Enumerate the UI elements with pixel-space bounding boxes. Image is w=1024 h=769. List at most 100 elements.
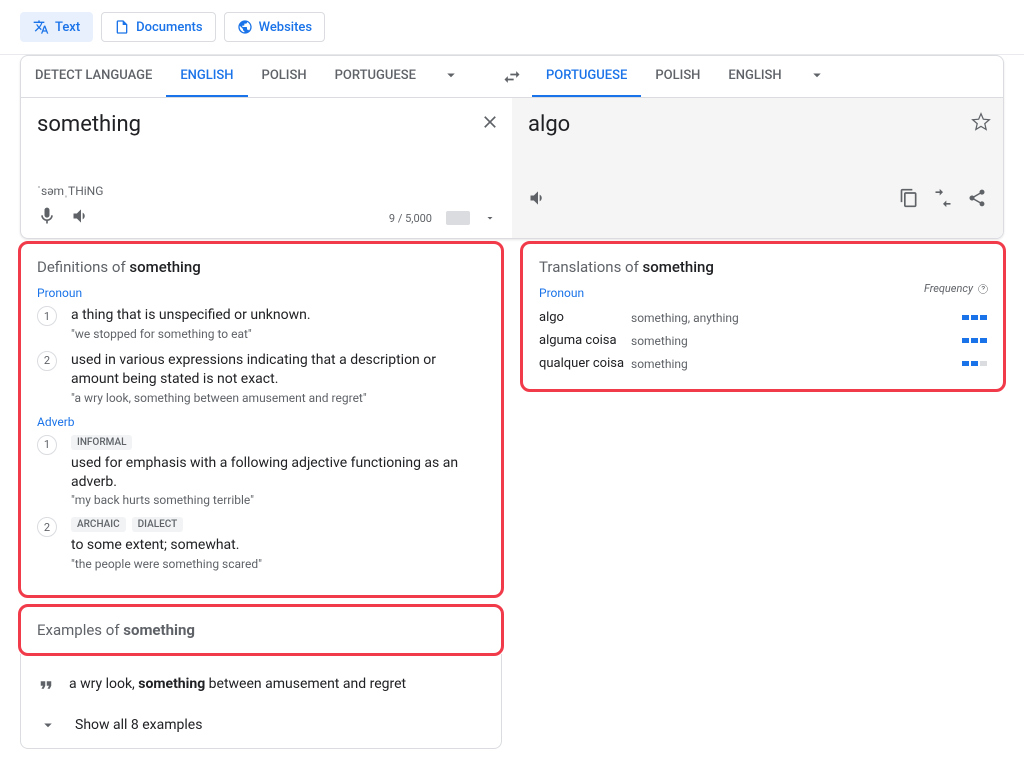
tab-documents[interactable]: Documents: [101, 12, 215, 42]
translations-panel: Translations of something Frequency Pron…: [522, 243, 1004, 390]
lang-src-english[interactable]: ENGLISH: [166, 56, 247, 97]
save-translation[interactable]: [971, 112, 991, 136]
panels-row: Definitions of something Pronoun 1 a thing…: [0, 239, 1024, 769]
feedback-button[interactable]: [933, 188, 953, 212]
phonetic: ˈsəmˌTHiNG: [37, 184, 496, 198]
examples-list-panel: a wry look, something between amusement …: [20, 654, 502, 749]
pos-label: Pronoun: [37, 286, 485, 300]
pos-label: Adverb: [37, 415, 485, 429]
tab-text-label: Text: [55, 20, 80, 35]
star-icon: [971, 112, 991, 132]
mic-button[interactable]: [37, 206, 57, 230]
def-example: "a wry look, something between amusement…: [71, 391, 485, 405]
mic-icon: [37, 206, 57, 226]
chevron-down-icon[interactable]: [484, 212, 496, 224]
definition-row: 1 a thing that is unspecified or unknown.…: [37, 306, 485, 341]
def-text: to some extent; somewhat.: [71, 536, 485, 555]
translation-row[interactable]: qualquer coisasomething: [539, 352, 987, 375]
show-all-label: Show all 8 examples: [75, 717, 202, 733]
def-number: 1: [37, 435, 57, 455]
chevron-down-icon: [39, 716, 57, 734]
translation-word: alguma coisa: [539, 333, 631, 348]
frequency-bars: [962, 315, 987, 320]
translation-row[interactable]: algosomething, anything: [539, 306, 987, 329]
translation-reverse: something, anything: [631, 311, 962, 325]
source-controls: 9 / 5,000: [37, 206, 496, 230]
translation-word: algo: [539, 310, 631, 325]
volume-icon: [528, 188, 548, 208]
target-controls: [528, 188, 987, 212]
definitions-title: Definitions of something: [37, 258, 485, 276]
swap-icon: [502, 67, 522, 87]
translate-icon: [33, 19, 49, 35]
listen-src-button[interactable]: [71, 206, 91, 230]
def-number: 2: [37, 517, 57, 537]
chevron-down-icon: [808, 66, 826, 84]
definition-row: 2 used in various expressions indicating …: [37, 351, 485, 405]
def-body: a thing that is unspecified or unknown. "…: [71, 306, 485, 341]
close-icon: [480, 112, 500, 132]
share-button[interactable]: [967, 188, 987, 212]
def-text: a thing that is unspecified or unknown.: [71, 306, 485, 325]
swap-languages[interactable]: [492, 56, 532, 97]
def-body: ARCHAICDIALECTto some extent; somewhat."…: [71, 517, 485, 571]
tab-text[interactable]: Text: [20, 12, 93, 42]
help-icon[interactable]: [977, 283, 989, 295]
tab-websites-label: Websites: [259, 20, 313, 35]
tab-documents-label: Documents: [136, 20, 202, 35]
def-example: "we stopped for something to eat": [71, 327, 485, 341]
frequency-bars: [962, 338, 987, 343]
volume-icon: [71, 206, 91, 226]
source-text[interactable]: something: [37, 112, 496, 180]
def-number: 1: [37, 306, 57, 326]
thumbs-icon: [933, 188, 953, 208]
char-count: 9 / 5,000: [389, 212, 432, 225]
lang-detect[interactable]: DETECT LANGUAGE: [21, 56, 166, 97]
lang-tgt-polish[interactable]: POLISH: [641, 56, 714, 97]
left-column: Definitions of something Pronoun 1 a thing…: [20, 243, 502, 749]
lang-tgt-english[interactable]: ENGLISH: [714, 56, 795, 97]
io-row: something ˈsəmˌTHiNG 9 / 5,000 algo: [21, 98, 1003, 238]
def-example: "my back hurts something terrible": [71, 493, 485, 507]
keyboard-button[interactable]: [446, 211, 470, 225]
src-more-langs[interactable]: [430, 66, 472, 88]
translation-reverse: something: [631, 357, 962, 371]
lang-src-portuguese[interactable]: PORTUGUESE: [321, 56, 430, 97]
target-pane: algo: [512, 98, 1003, 238]
translate-card: DETECT LANGUAGE ENGLISH POLISH PORTUGUES…: [20, 55, 1004, 239]
source-langs: DETECT LANGUAGE ENGLISH POLISH PORTUGUES…: [21, 56, 492, 97]
chevron-down-icon: [442, 66, 460, 84]
copy-button[interactable]: [899, 188, 919, 212]
quote-icon: [37, 676, 55, 698]
def-text: used in various expressions indicating t…: [71, 351, 485, 389]
examples-panel: Examples of something: [20, 606, 502, 654]
target-text: algo: [528, 112, 987, 180]
tgt-more-langs[interactable]: [796, 66, 838, 88]
definition-row: 1INFORMALused for emphasis with a follow…: [37, 435, 485, 508]
translation-reverse: something: [631, 334, 962, 348]
def-text: used for emphasis with a following adjec…: [71, 454, 485, 492]
def-body: used in various expressions indicating t…: [71, 351, 485, 405]
frequency-bars: [962, 361, 987, 366]
def-tag: DIALECT: [132, 517, 184, 532]
translation-row[interactable]: alguma coisasomething: [539, 329, 987, 352]
show-all-examples[interactable]: Show all 8 examples: [37, 706, 485, 734]
clear-input[interactable]: [480, 112, 500, 136]
lang-tgt-portuguese[interactable]: PORTUGUESE: [532, 56, 641, 97]
share-icon: [967, 188, 987, 208]
listen-tgt-button[interactable]: [528, 188, 548, 212]
definitions-panel: Definitions of something Pronoun 1 a thing…: [20, 243, 502, 596]
globe-icon: [237, 19, 253, 35]
translations-title: Translations of something: [539, 258, 987, 276]
examples-title: Examples of something: [37, 621, 485, 639]
document-icon: [114, 19, 130, 35]
copy-icon: [899, 188, 919, 208]
frequency-label: Frequency: [924, 282, 989, 295]
definition-row: 2ARCHAICDIALECTto some extent; somewhat.…: [37, 517, 485, 571]
tab-websites[interactable]: Websites: [224, 12, 326, 42]
def-number: 2: [37, 351, 57, 371]
translation-word: qualquer coisa: [539, 356, 631, 371]
target-langs: PORTUGUESE POLISH ENGLISH: [532, 56, 1003, 97]
lang-src-polish[interactable]: POLISH: [248, 56, 321, 97]
language-row: DETECT LANGUAGE ENGLISH POLISH PORTUGUES…: [21, 56, 1003, 98]
